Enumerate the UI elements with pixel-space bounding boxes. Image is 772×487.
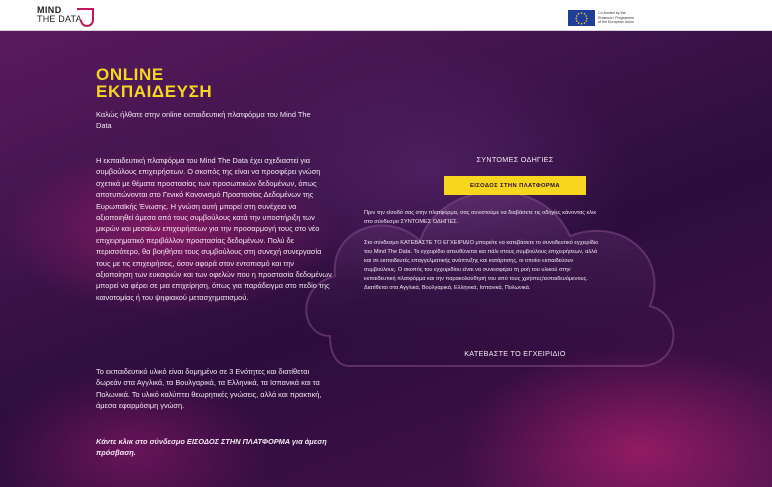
enter-platform-button[interactable]: ΕΙΣΟΔΟΣ ΣΤΗΝ ΠΛΑΤΦΟΡΜΑ xyxy=(444,176,586,195)
eu-cofunded-text: Co-funded by the Erasmus+ Programme of t… xyxy=(598,11,634,25)
mind-the-data-logo[interactable]: MIND THE DATA xyxy=(37,6,107,28)
page-title: ONLINE ΕΚΠΑΙΔΕΥΣΗ xyxy=(96,66,336,100)
logo-hook-icon xyxy=(77,8,94,27)
title-line1: ONLINE xyxy=(96,65,164,84)
eu-text-line3: of the European Union xyxy=(598,20,634,25)
eu-cofunded-badge: Co-funded by the Erasmus+ Programme of t… xyxy=(568,10,672,26)
welcome-text: Καλώς ήλθατε στην online εκπαιδευτική πλ… xyxy=(96,110,311,130)
platform-description: Η εκπαιδευτική πλατφόρμα του Mind The Da… xyxy=(96,156,332,302)
manual-description-text: Στο σύνδεσμο ΚΑΤΕΒΑΣΤΕ ΤΟ ΕΓΧΕΙΡΙΔΙΟ μπο… xyxy=(364,240,599,291)
call-to-action-text: Κάντε κλικ στο σύνδεσμο ΕΙΣΟΔΟΣ ΣΤΗΝ ΠΛΑ… xyxy=(96,437,327,458)
instructions-intro-text: Πριν την είσοδό σας στην πλατφόρμα, σας … xyxy=(364,210,597,225)
title-line2: ΕΚΠΑΙΔΕΥΣΗ xyxy=(96,82,213,101)
eu-flag-icon xyxy=(568,10,595,26)
short-instructions-link[interactable]: ΣΥΝΤΟΜΕΣ ΟΔΗΓΙΕΣ xyxy=(380,155,650,164)
hero-section: ONLINE ΕΚΠΑΙΔΕΥΣΗ Καλώς ήλθατε στην onli… xyxy=(0,31,772,487)
site-header: MIND THE DATA Co-funded by the Erasmus+ … xyxy=(0,0,772,31)
download-manual-link[interactable]: ΚΑΤΕΒΑΣΤΕ ΤΟ ΕΓΧΕΙΡΙΔΙΟ xyxy=(380,349,650,358)
material-description: Το εκπαιδευτικό υλικό είναι δομημένο σε … xyxy=(96,367,322,411)
